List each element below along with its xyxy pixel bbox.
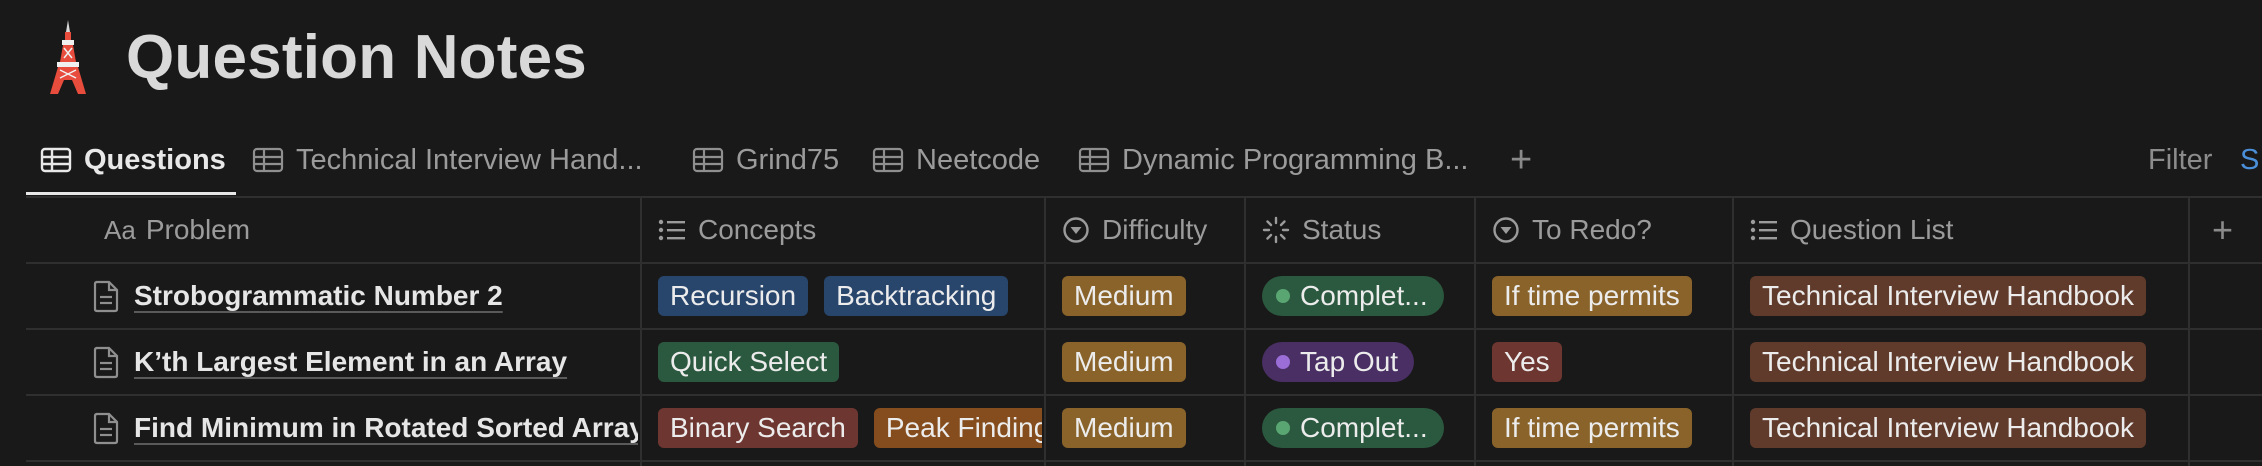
concepts-cell[interactable]: Recursion Backtracking <box>658 264 1042 328</box>
column-divider <box>2188 196 2190 466</box>
to-redo-tag: If time permits <box>1492 408 1692 448</box>
active-tab-underline <box>26 192 236 195</box>
text-property-icon: Aa <box>104 214 136 245</box>
tab-questions[interactable]: Questions <box>40 128 226 192</box>
status-label: Tap Out <box>1300 346 1399 377</box>
select-icon <box>1062 216 1090 244</box>
status-dot-icon <box>1276 289 1290 303</box>
column-divider <box>640 196 642 466</box>
column-divider <box>1044 196 1046 466</box>
problem-name[interactable]: K’th Largest Element in an Array <box>134 346 567 378</box>
problem-name[interactable]: Find Minimum in Rotated Sorted Array <box>134 412 638 444</box>
status-cell[interactable]: Complet... <box>1262 264 1472 328</box>
table-icon <box>40 146 72 174</box>
column-label: To Redo? <box>1532 214 1652 245</box>
tab-label: Grind75 <box>736 143 840 176</box>
status-pill: Tap Out <box>1262 342 1415 382</box>
multi-select-icon <box>1750 218 1778 242</box>
table-icon <box>692 146 724 174</box>
column-header-problem[interactable]: Aa Problem <box>104 198 250 262</box>
status-dot-icon <box>1276 355 1290 369</box>
difficulty-tag: Medium <box>1062 276 1186 316</box>
add-view-button[interactable]: + <box>1510 128 1532 192</box>
status-cell[interactable]: Complet... <box>1262 396 1472 460</box>
column-header-status[interactable]: Status <box>1262 198 1381 262</box>
to-redo-cell[interactable]: If time permits <box>1492 264 1730 328</box>
column-label: Status <box>1302 214 1382 245</box>
concept-tag: Backtracking <box>824 276 1009 316</box>
difficulty-cell[interactable]: Medium <box>1062 330 1242 394</box>
sort-button[interactable]: S <box>2240 128 2259 192</box>
column-divider <box>1244 196 1246 466</box>
question-list-tag: Technical Interview Handbook <box>1750 276 2146 316</box>
difficulty-tag: Medium <box>1062 342 1186 382</box>
problem-name[interactable]: Strobogrammatic Number 2 <box>134 280 503 312</box>
column-label: Question List <box>1790 214 1954 245</box>
status-pill: Complet... <box>1262 408 1444 448</box>
status-label: Complet... <box>1300 280 1428 311</box>
table-divider <box>26 460 2262 462</box>
column-header-difficulty[interactable]: Difficulty <box>1062 198 1207 262</box>
concept-tag: Binary Search <box>658 408 858 448</box>
tab-dynamic-programming[interactable]: Dynamic Programming B... <box>1078 128 1469 192</box>
multi-select-icon <box>658 218 686 242</box>
tab-label: Neetcode <box>916 143 1041 176</box>
document-icon <box>92 345 120 379</box>
table-row[interactable]: Strobogrammatic Number 2 <box>92 264 638 328</box>
difficulty-cell[interactable]: Medium <box>1062 396 1242 460</box>
question-list-cell[interactable]: Technical Interview Handbook <box>1750 330 2186 394</box>
concepts-cell[interactable]: Binary Search Peak Finding <box>658 396 1042 460</box>
add-property-button[interactable]: + <box>2212 198 2233 262</box>
column-label: Difficulty <box>1102 214 1208 245</box>
table-icon <box>252 146 284 174</box>
concepts-cell[interactable]: Quick Select <box>658 330 1042 394</box>
to-redo-cell[interactable]: If time permits <box>1492 396 1730 460</box>
question-list-cell[interactable]: Technical Interview Handbook <box>1750 396 2186 460</box>
concept-tag: Recursion <box>658 276 809 316</box>
table-icon <box>1078 146 1110 174</box>
select-icon <box>1492 216 1520 244</box>
column-header-question-list[interactable]: Question List <box>1750 198 1953 262</box>
tab-technical-interview-handbook[interactable]: Technical Interview Hand... <box>252 128 643 192</box>
status-label: Complet... <box>1300 412 1428 443</box>
table-row[interactable]: K’th Largest Element in an Array <box>92 330 638 394</box>
difficulty-tag: Medium <box>1062 408 1186 448</box>
tokyo-tower-icon[interactable] <box>36 14 100 100</box>
status-pill: Complet... <box>1262 276 1444 316</box>
question-list-tag: Technical Interview Handbook <box>1750 342 2146 382</box>
tab-label: Dynamic Programming B... <box>1122 143 1469 176</box>
to-redo-cell[interactable]: Yes <box>1492 330 1730 394</box>
column-label: Problem <box>145 214 251 245</box>
to-redo-tag: Yes <box>1492 342 1562 382</box>
table-row[interactable]: Find Minimum in Rotated Sorted Array <box>92 396 638 460</box>
tab-label: Questions <box>84 143 226 176</box>
status-icon <box>1262 216 1290 244</box>
notion-database-page: Question Notes Questions Technical Inter… <box>0 0 2262 466</box>
question-list-cell[interactable]: Technical Interview Handbook <box>1750 264 2186 328</box>
column-divider <box>1732 196 1734 466</box>
to-redo-tag: If time permits <box>1492 276 1692 316</box>
concept-tag: Quick Select <box>658 342 840 382</box>
column-header-concepts[interactable]: Concepts <box>658 198 816 262</box>
column-header-to-redo[interactable]: To Redo? <box>1492 198 1652 262</box>
filter-button[interactable]: Filter <box>2148 128 2212 192</box>
tab-label: Technical Interview Hand... <box>296 143 643 176</box>
question-list-tag: Technical Interview Handbook <box>1750 408 2146 448</box>
concept-tag: Peak Finding <box>873 408 1042 448</box>
difficulty-cell[interactable]: Medium <box>1062 264 1242 328</box>
table-icon <box>872 146 904 174</box>
column-label: Concepts <box>698 214 817 245</box>
view-tabs: Questions Technical Interview Hand... Gr… <box>26 128 2262 196</box>
document-icon <box>92 279 120 313</box>
document-icon <box>92 411 120 445</box>
status-dot-icon <box>1276 421 1290 435</box>
page-header: Question Notes <box>36 14 587 100</box>
status-cell[interactable]: Tap Out <box>1262 330 1472 394</box>
page-title[interactable]: Question Notes <box>126 22 587 93</box>
tab-grind75[interactable]: Grind75 <box>692 128 839 192</box>
tab-neetcode[interactable]: Neetcode <box>872 128 1040 192</box>
column-divider <box>1474 196 1476 466</box>
